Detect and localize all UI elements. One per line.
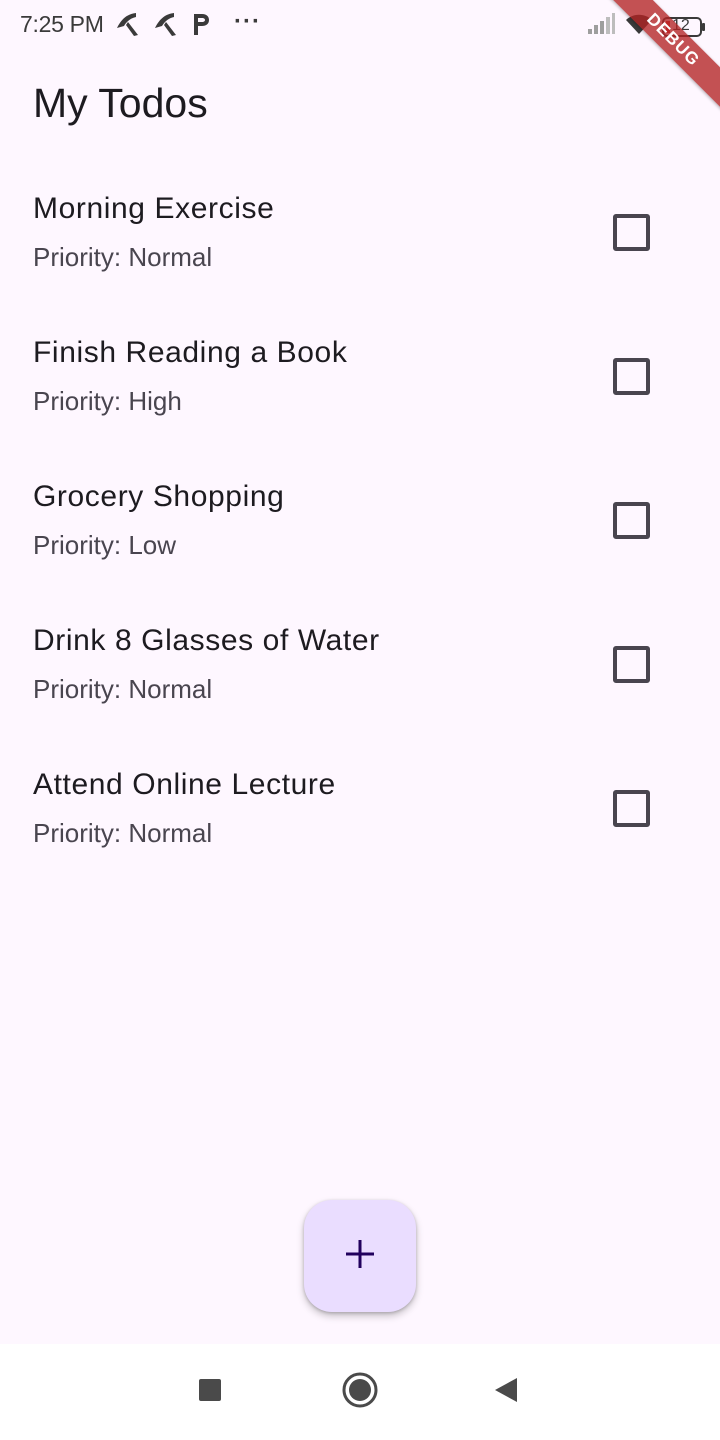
todo-title: Finish Reading a Book (33, 336, 348, 369)
status-bar: 7:25 PM ··· 12 (0, 0, 720, 50)
app-screen: 7:25 PM ··· 12 DEBUG My Todos Morning Ex… (0, 0, 720, 1440)
list-item[interactable]: Finish Reading a Book Priority: High (0, 306, 720, 450)
add-todo-button[interactable] (304, 1200, 416, 1312)
todo-priority: Priority: High (33, 386, 182, 416)
parking-icon (190, 10, 212, 38)
todo-checkbox[interactable] (613, 790, 650, 827)
carrier-icon (152, 10, 182, 38)
recents-button[interactable] (188, 1370, 232, 1414)
notification-icons (114, 10, 212, 38)
recents-square-icon (198, 1378, 222, 1407)
carrier-icon (114, 10, 144, 38)
todo-priority: Priority: Normal (33, 674, 213, 704)
plus-icon (344, 1238, 376, 1275)
list-item[interactable]: Attend Online Lecture Priority: Normal (0, 738, 720, 882)
todo-priority: Priority: Normal (33, 818, 213, 848)
todo-title: Drink 8 Glasses of Water (33, 624, 380, 657)
todo-checkbox[interactable] (613, 502, 650, 539)
back-triangle-icon (493, 1376, 519, 1409)
todo-checkbox[interactable] (613, 646, 650, 683)
todo-title: Grocery Shopping (33, 480, 285, 513)
page-title: My Todos (33, 80, 208, 126)
list-item[interactable]: Grocery Shopping Priority: Low (0, 450, 720, 594)
more-notifications-indicator: ··· (234, 8, 261, 35)
list-item[interactable]: Morning Exercise Priority: Normal (0, 162, 720, 306)
todo-priority: Priority: Normal (33, 242, 213, 272)
todo-checkbox[interactable] (613, 358, 650, 395)
todo-title: Morning Exercise (33, 192, 275, 225)
system-nav-bar (0, 1344, 720, 1440)
home-circle-icon (341, 1371, 379, 1414)
todo-priority: Priority: Low (33, 530, 177, 560)
home-button[interactable] (338, 1370, 382, 1414)
back-button[interactable] (484, 1370, 528, 1414)
cell-signal-icon (586, 12, 616, 41)
todo-title: Attend Online Lecture (33, 768, 336, 801)
todo-list: Morning Exercise Priority: Normal Finish… (0, 162, 720, 882)
status-time: 7:25 PM (20, 11, 104, 37)
todo-checkbox[interactable] (613, 214, 650, 251)
list-item[interactable]: Drink 8 Glasses of Water Priority: Norma… (0, 594, 720, 738)
app-bar: My Todos (0, 50, 720, 162)
